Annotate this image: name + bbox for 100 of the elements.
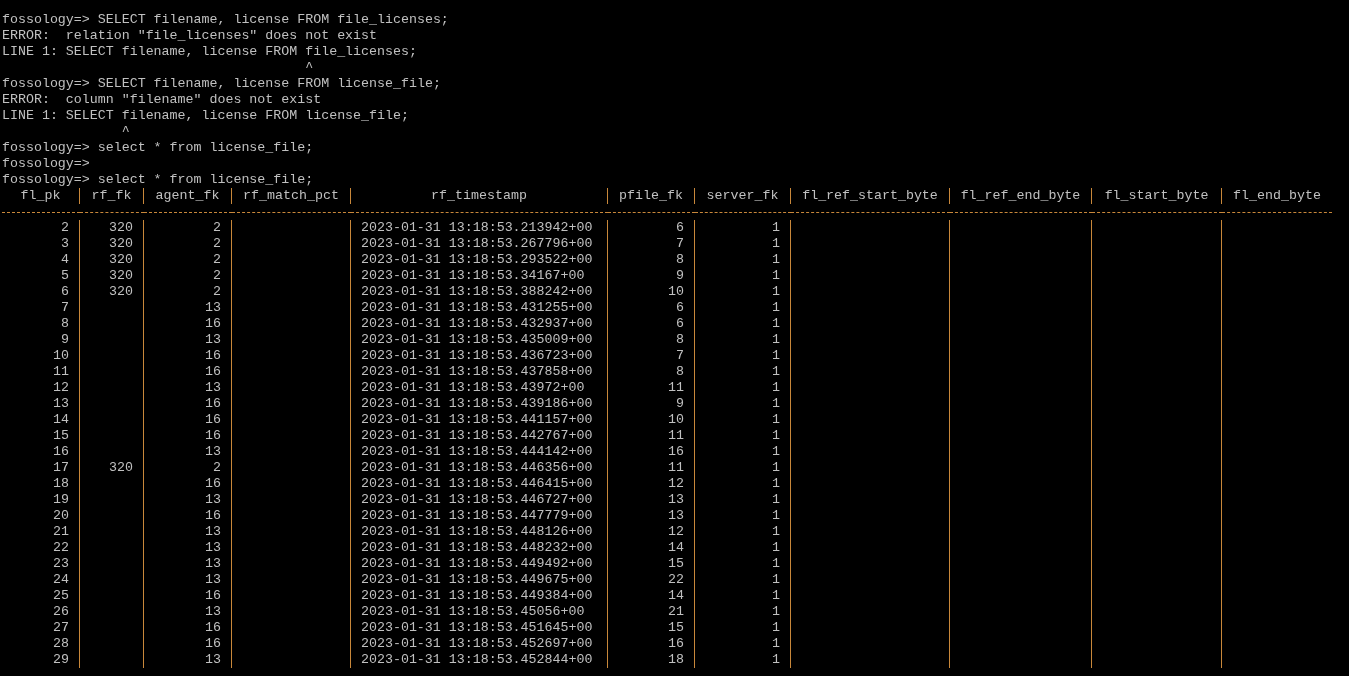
table-cell: 13 — [205, 300, 221, 315]
table-cell: 13 — [205, 492, 221, 507]
table-cell: 4 — [61, 252, 69, 267]
table-cell: 2023-01-31 13:18:53.43972+00 — [361, 380, 585, 395]
table-cell: 29 — [53, 652, 69, 667]
terminal-line: fossology=> SELECT filename, license FROM file_licenses; — [2, 12, 449, 27]
column-header: rf_timestamp — [431, 188, 527, 203]
table-cell: 1 — [772, 284, 780, 299]
table-cell: 9 — [676, 396, 684, 411]
table-cell: 16 — [205, 412, 221, 427]
table-cell: 7 — [61, 300, 69, 315]
table-cell: 14 — [668, 588, 684, 603]
table-cell: 1 — [772, 348, 780, 363]
table-cell: 8 — [676, 252, 684, 267]
table-cell: 2 — [61, 220, 69, 235]
table-cell: 28 — [53, 636, 69, 651]
column-header: agent_fk — [155, 188, 220, 203]
table-cell: 1 — [772, 220, 780, 235]
table-cell: 9 — [676, 268, 684, 283]
terminal-line: fossology=> select * from license_file; — [2, 172, 314, 187]
table-cell: 23 — [53, 556, 69, 571]
table-cell: 2 — [213, 460, 221, 475]
table-cell: 25 — [53, 588, 69, 603]
column-header: server_fk — [706, 188, 779, 203]
table-cell: 13 — [205, 332, 221, 347]
table-cell: 14 — [668, 540, 684, 555]
table-cell: 1 — [772, 444, 780, 459]
table-cell: 13 — [205, 652, 221, 667]
table-cell: 10 — [668, 412, 684, 427]
table-cell: 1 — [772, 332, 780, 347]
table-cell: 1 — [772, 316, 780, 331]
table-cell: 320 — [109, 460, 133, 475]
table-cell: 13 — [668, 508, 684, 523]
table-cell: 19 — [53, 492, 69, 507]
terminal-line: fossology=> — [2, 156, 90, 171]
terminal-line: fossology=> SELECT filename, license FROM license_file; — [2, 76, 441, 91]
column-header: rf_fk — [91, 188, 132, 203]
table-cell: 15 — [668, 620, 684, 635]
table-cell: 11 — [668, 380, 684, 395]
table-cell: 1 — [772, 380, 780, 395]
table-cell: 2023-01-31 13:18:53.435009+00 — [361, 332, 593, 347]
table-cell: 22 — [668, 572, 684, 587]
table-cell: 22 — [53, 540, 69, 555]
table-cell: 2023-01-31 13:18:53.437858+00 — [361, 364, 593, 379]
table-cell: 12 — [668, 524, 684, 539]
table-cell: 16 — [205, 636, 221, 651]
table-cell: 16 — [205, 316, 221, 331]
table-cell: 1 — [772, 492, 780, 507]
table-cell: 16 — [205, 588, 221, 603]
table-cell: 2023-01-31 13:18:53.449384+00 — [361, 588, 593, 603]
table-cell: 13 — [205, 380, 221, 395]
table-cell: 16 — [668, 444, 684, 459]
table-cell: 2023-01-31 13:18:53.447779+00 — [361, 508, 593, 523]
table-cell: 1 — [772, 508, 780, 523]
table-cell: 16 — [205, 620, 221, 635]
terminal-line: fossology=> select * from license_file; — [2, 140, 314, 155]
table-cell: 1 — [772, 396, 780, 411]
table-cell: 15 — [53, 428, 69, 443]
table-cell: 2023-01-31 13:18:53.441157+00 — [361, 412, 593, 427]
table-cell: 320 — [109, 220, 133, 235]
table-cell: 13 — [205, 444, 221, 459]
table-cell: 18 — [53, 476, 69, 491]
table-cell: 2023-01-31 13:18:53.446415+00 — [361, 476, 593, 491]
table-cell: 12 — [53, 380, 69, 395]
table-cell: 24 — [53, 572, 69, 587]
table-cell: 13 — [668, 492, 684, 507]
table-cell: 13 — [205, 540, 221, 555]
column-header: fl_end_byte — [1233, 188, 1321, 203]
table-cell: 15 — [668, 556, 684, 571]
table-cell: 11 — [53, 364, 69, 379]
table-cell: 8 — [676, 332, 684, 347]
table-cell: 320 — [109, 252, 133, 267]
table-cell: 3 — [61, 236, 69, 251]
table-cell: 2 — [213, 220, 221, 235]
table-cell: 21 — [53, 524, 69, 539]
terminal-line: LINE 1: SELECT filename, license FROM file_licenses; — [2, 44, 417, 59]
table-cell: 320 — [109, 268, 133, 283]
table-cell: 2023-01-31 13:18:53.213942+00 — [361, 220, 593, 235]
table-cell: 2023-01-31 13:18:53.388242+00 — [361, 284, 593, 299]
table-cell: 7 — [676, 348, 684, 363]
table-cell: 2023-01-31 13:18:53.45056+00 — [361, 604, 585, 619]
table-cell: 6 — [676, 316, 684, 331]
table-cell: 26 — [53, 604, 69, 619]
table-cell: 16 — [668, 636, 684, 651]
table-cell: 8 — [61, 316, 69, 331]
column-header: rf_match_pct — [243, 188, 339, 203]
table-cell: 5 — [61, 268, 69, 283]
table-cell: 10 — [53, 348, 69, 363]
table-cell: 2023-01-31 13:18:53.452844+00 — [361, 652, 593, 667]
table-cell: 1 — [772, 572, 780, 587]
table-cell: 2023-01-31 13:18:53.448126+00 — [361, 524, 593, 539]
table-cell: 7 — [676, 236, 684, 251]
column-header: pfile_fk — [619, 188, 683, 203]
terminal-line: ERROR: relation "file_licenses" does not exist — [2, 28, 378, 43]
table-cell: 1 — [772, 556, 780, 571]
table-cell: 2 — [213, 236, 221, 251]
column-header: fl_pk — [20, 188, 61, 203]
table-cell: 16 — [205, 476, 221, 491]
table-cell: 320 — [109, 236, 133, 251]
table-cell: 11 — [668, 460, 684, 475]
